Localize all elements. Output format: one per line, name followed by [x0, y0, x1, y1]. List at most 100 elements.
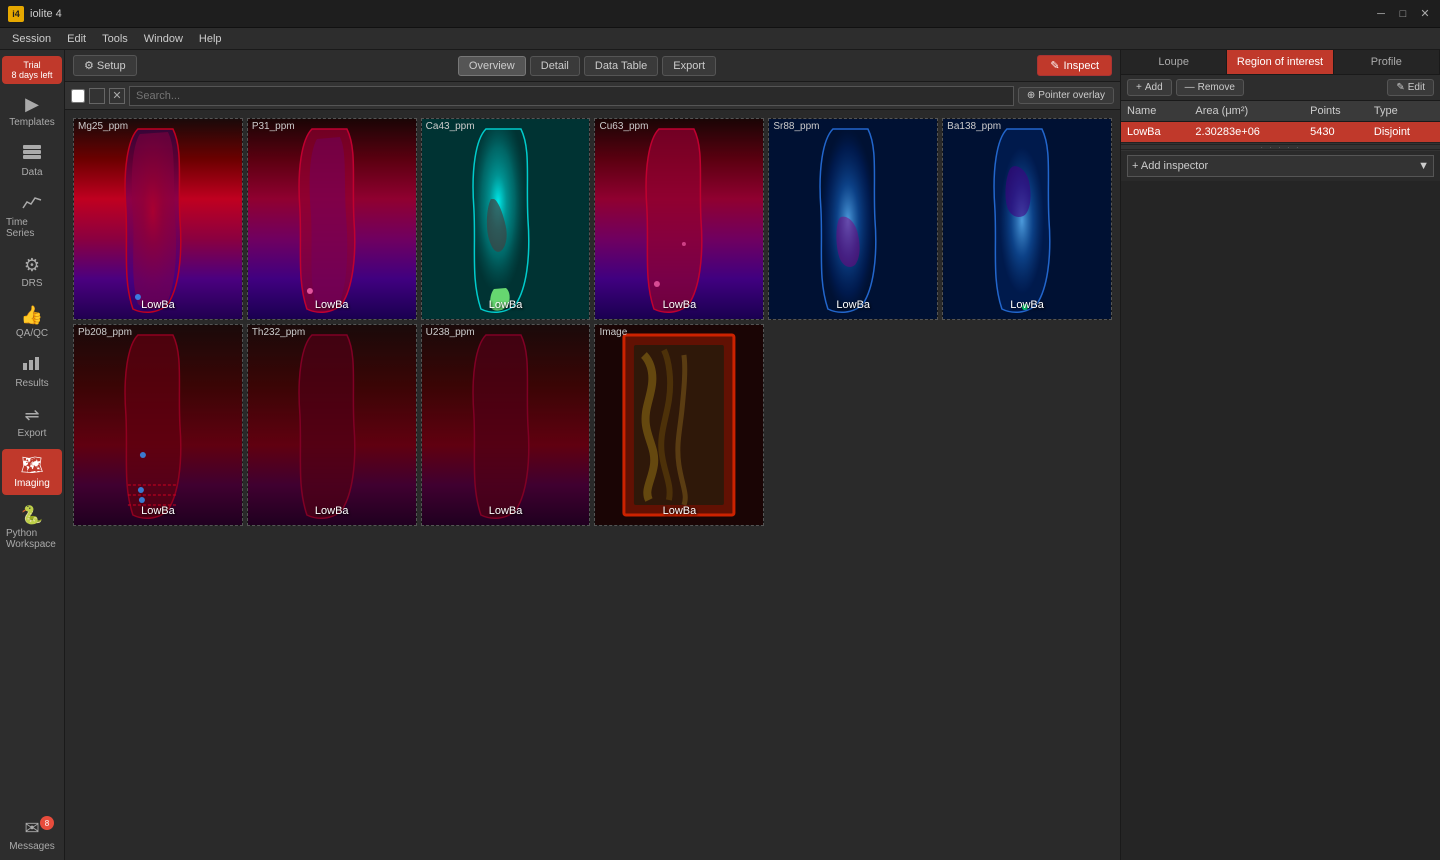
remove-roi-label: Remove: [1198, 82, 1235, 93]
channel-label-Sr88: Sr88_ppm: [773, 121, 819, 132]
menu-tools[interactable]: Tools: [94, 31, 136, 47]
plus-icon: +: [1136, 82, 1142, 93]
add-roi-button[interactable]: + Add: [1127, 79, 1172, 96]
close-selection-button[interactable]: ✕: [109, 88, 125, 104]
close-button[interactable]: ✕: [1418, 7, 1432, 21]
channel-label-Th232: Th232_ppm: [252, 327, 305, 338]
menu-session[interactable]: Session: [4, 31, 59, 47]
app-icon: i4: [8, 6, 24, 22]
titlebar: i4 iolite 4 ─ □ ✕: [0, 0, 1440, 28]
sidebar-label-python: Python Workspace: [6, 528, 58, 550]
pointer-overlay-button[interactable]: ⊕ Pointer overlay: [1018, 87, 1114, 104]
maximize-button[interactable]: □: [1396, 7, 1410, 21]
sidebar-item-data[interactable]: Data: [2, 138, 62, 184]
inspector-content: [1121, 181, 1440, 860]
sidebar-label-messages: Messages: [9, 841, 55, 852]
edit-roi-button[interactable]: ✎ Edit: [1387, 79, 1434, 96]
image-grid: Mg25_ppm: [65, 110, 1120, 860]
sidebar-item-messages[interactable]: ✉ Messages 8: [2, 812, 62, 858]
channel-cell-Cu63[interactable]: Cu63_ppm LowBa: [594, 118, 764, 320]
menubar: Session Edit Tools Window Help: [0, 28, 1440, 50]
messages-icon: ✉: [24, 818, 39, 839]
channel-label-Pb208: Pb208_ppm: [78, 327, 132, 338]
search-input[interactable]: [129, 86, 1014, 106]
tab-loupe[interactable]: Loupe: [1121, 50, 1227, 74]
sidebar-label-imaging: Imaging: [14, 478, 50, 489]
sidebar-item-timeseries[interactable]: Time Series: [2, 188, 62, 245]
sidebar: Trial 8 days left ▶ Templates Data Time …: [0, 50, 65, 860]
channel-label-U238: U238_ppm: [426, 327, 475, 338]
image-toolbar: ✕ ⊕ Pointer overlay: [65, 82, 1120, 110]
menu-help[interactable]: Help: [191, 31, 230, 47]
tab-overview[interactable]: Overview: [458, 56, 526, 76]
sidebar-item-python[interactable]: 🐍 Python Workspace: [2, 499, 62, 556]
channel-cell-U238[interactable]: U238_ppm LowBa: [421, 324, 591, 526]
channel-cell-Pb208[interactable]: Pb208_ppm LowBa: [73, 324, 243, 526]
roi-label-Sr88: LowBa: [836, 299, 870, 311]
minimize-button[interactable]: ─: [1374, 7, 1388, 21]
roi-label-Th232: LowBa: [315, 505, 349, 517]
col-header-area: Area (μm²): [1189, 101, 1304, 122]
tab-region-of-interest[interactable]: Region of interest: [1227, 50, 1333, 74]
add-inspector-button[interactable]: + Add inspector ▼: [1127, 155, 1434, 177]
roi-label-Ca43: LowBa: [489, 299, 523, 311]
deselect-button[interactable]: [89, 88, 105, 104]
sidebar-trial: Trial 8 days left: [2, 56, 62, 84]
roi-label-U238: LowBa: [489, 505, 523, 517]
sidebar-item-imaging[interactable]: 🗺 Imaging: [2, 449, 62, 495]
remove-roi-button[interactable]: — Remove: [1176, 79, 1244, 96]
timeseries-icon: [22, 194, 42, 215]
roi-row-LowBa[interactable]: LowBa 2.30283e+06 5430 Disjoint: [1121, 122, 1440, 143]
drs-icon: ⚙: [24, 255, 40, 276]
add-inspector-arrow: ▼: [1418, 160, 1429, 172]
roi-label-Image: LowBa: [663, 505, 697, 517]
edit-icon: ✎: [1396, 82, 1404, 93]
sidebar-item-templates[interactable]: ▶ Templates: [2, 88, 62, 134]
menu-edit[interactable]: Edit: [59, 31, 94, 47]
channel-cell-Mg25[interactable]: Mg25_ppm: [73, 118, 243, 320]
roi-label-Pb208: LowBa: [141, 505, 175, 517]
col-header-type: Type: [1368, 101, 1440, 122]
channel-cell-Ca43[interactable]: Ca43_ppm: [421, 118, 591, 320]
app-title: iolite 4: [30, 8, 62, 20]
menu-window[interactable]: Window: [136, 31, 191, 47]
main-toolbar: ⚙ Setup Overview Detail Data Table Expor…: [65, 50, 1120, 82]
edit-roi-label: Edit: [1408, 82, 1425, 93]
inspect-button[interactable]: ✎ Inspect: [1037, 55, 1112, 76]
roi-label-P31: LowBa: [315, 299, 349, 311]
roi-points: 5430: [1304, 122, 1368, 143]
roi-type: Disjoint: [1368, 122, 1440, 143]
sidebar-item-export[interactable]: ⇌ Export: [2, 399, 62, 445]
results-icon: [22, 355, 42, 376]
center-panel: ⚙ Setup Overview Detail Data Table Expor…: [65, 50, 1120, 860]
trial-label: Trial: [23, 60, 40, 70]
add-inspector-section: + Add inspector ▼: [1121, 150, 1440, 181]
right-panel: Loupe Region of interest Profile + Add —…: [1120, 50, 1440, 860]
trial-days: 8 days left: [11, 70, 52, 80]
sidebar-item-qaqc[interactable]: 👍 QA/QC: [2, 299, 62, 345]
channel-cell-Image[interactable]: Image LowBa: [594, 324, 764, 526]
tab-export[interactable]: Export: [662, 56, 716, 76]
templates-icon: ▶: [25, 94, 39, 115]
channel-cell-Ba138[interactable]: Ba138_ppm: [942, 118, 1112, 320]
sidebar-item-results[interactable]: Results: [2, 349, 62, 395]
col-header-name: Name: [1121, 101, 1189, 122]
roi-label-Mg25: LowBa: [141, 299, 175, 311]
add-roi-label: Add: [1145, 82, 1163, 93]
tab-profile[interactable]: Profile: [1334, 50, 1440, 74]
channel-cell-Sr88[interactable]: Sr88_ppm: [768, 118, 938, 320]
channel-cell-Th232[interactable]: Th232_ppm LowBa: [247, 324, 417, 526]
minus-icon: —: [1185, 82, 1195, 93]
imaging-icon: 🗺: [21, 455, 44, 476]
sidebar-label-timeseries: Time Series: [6, 217, 58, 239]
tab-datatable[interactable]: Data Table: [584, 56, 658, 76]
tab-detail[interactable]: Detail: [530, 56, 580, 76]
roi-label-Cu63: LowBa: [663, 299, 697, 311]
channel-cell-P31[interactable]: P31_ppm LowBa: [247, 118, 417, 320]
sidebar-label-results: Results: [15, 378, 48, 389]
select-all-checkbox[interactable]: [71, 89, 85, 103]
qaqc-icon: 👍: [21, 305, 43, 326]
channel-label-Image: Image: [599, 327, 627, 338]
setup-button[interactable]: ⚙ Setup: [73, 55, 137, 76]
sidebar-item-drs[interactable]: ⚙ DRS: [2, 249, 62, 295]
